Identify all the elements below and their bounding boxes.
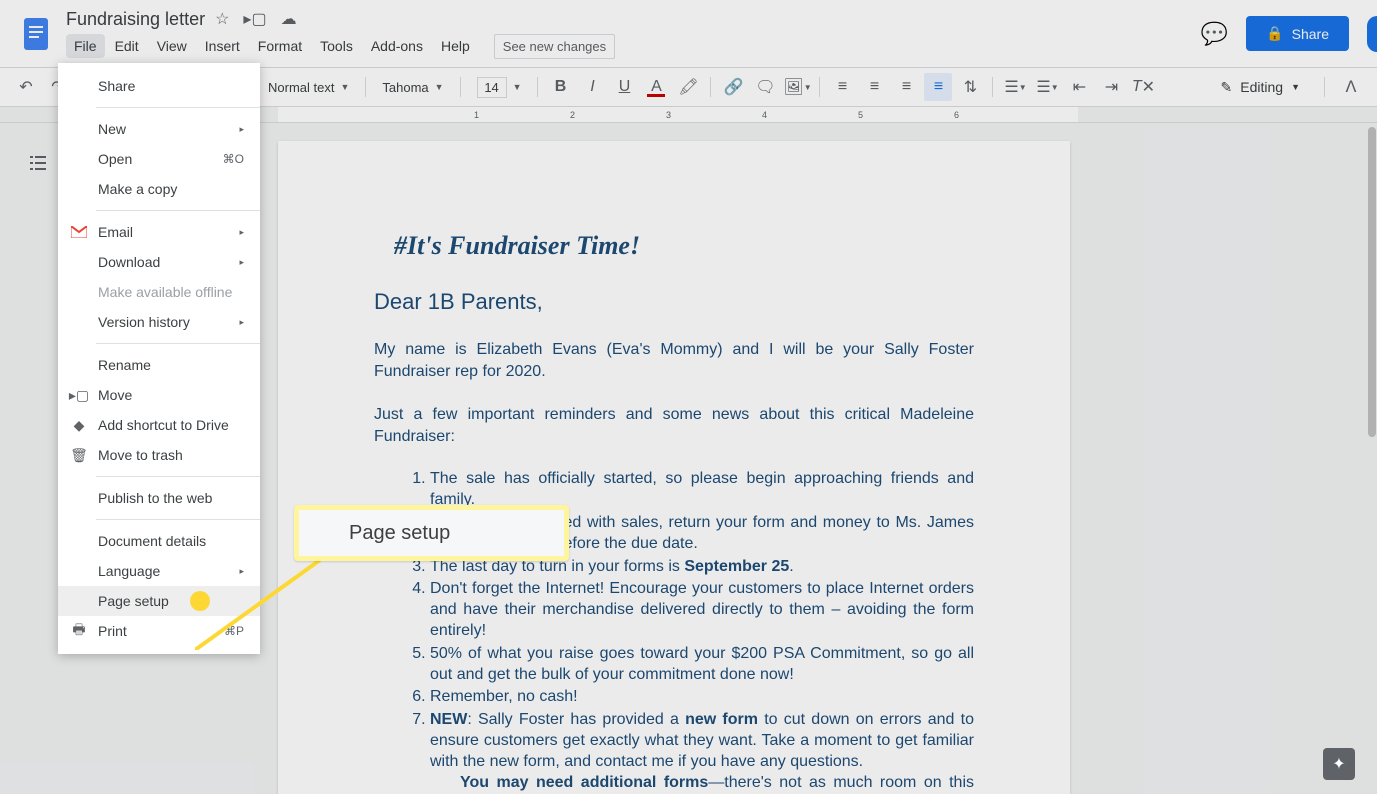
font-size-value: 14 (477, 77, 507, 98)
bulleted-list-button[interactable]: ☰▼ (1033, 73, 1061, 101)
line-spacing-button[interactable]: ⇅ (956, 73, 984, 101)
menu-format[interactable]: Format (250, 34, 310, 58)
editing-label: Editing (1240, 79, 1283, 95)
style-label: Normal text (268, 80, 334, 95)
menu-email[interactable]: Email▸ (58, 217, 260, 247)
style-select[interactable]: Normal text▼ (260, 80, 357, 95)
explore-button[interactable]: ✦ (1323, 748, 1355, 780)
menu-share[interactable]: Share (58, 71, 260, 101)
gmail-icon (70, 223, 88, 241)
menu-trash[interactable]: 🗑Move to trash (58, 440, 260, 470)
menu-file[interactable]: File (66, 34, 105, 58)
ruler-tick: 4 (762, 110, 767, 120)
pencil-icon: ✎ (1221, 79, 1233, 96)
text-color-button[interactable]: A (642, 73, 670, 101)
share-button[interactable]: 🔒 Share (1246, 16, 1349, 51)
highlight-button[interactable]: 🖍 (674, 73, 702, 101)
comments-icon[interactable]: 💬 (1201, 21, 1228, 47)
menu-new[interactable]: New▸ (58, 114, 260, 144)
undo-button[interactable]: ↶ (12, 73, 40, 101)
menu-version-history[interactable]: Version history▸ (58, 307, 260, 337)
list-item: Remember, no cash! (430, 687, 974, 708)
docs-logo-icon[interactable] (16, 14, 56, 54)
ruler-tick: 6 (954, 110, 959, 120)
italic-button[interactable]: I (578, 73, 606, 101)
drive-icon: ◆ (70, 416, 88, 434)
menu-insert[interactable]: Insert (197, 34, 248, 58)
image-button[interactable]: 🖼▼ (783, 73, 811, 101)
doc-paragraph: Just a few important reminders and some … (374, 404, 974, 447)
callout-box: Page setup (294, 505, 569, 561)
scroll-thumb[interactable] (1368, 127, 1376, 437)
menu-rename[interactable]: Rename (58, 350, 260, 380)
increase-indent-button[interactable]: ⇥ (1097, 73, 1125, 101)
comment-button[interactable]: 🗨 (751, 73, 779, 101)
numbered-list-button[interactable]: ☰▼ (1001, 73, 1029, 101)
align-justify-button[interactable]: ≡ (924, 73, 952, 101)
scrollbar[interactable] (1367, 123, 1377, 794)
list-item: Don't forget the Internet! Encourage you… (430, 579, 974, 641)
page[interactable]: #It's Fundraiser Time! Dear 1B Parents, … (278, 141, 1070, 794)
menu-page-setup[interactable]: Page setup (58, 586, 260, 616)
doc-greeting: Dear 1B Parents, (374, 289, 974, 315)
menu-document-details[interactable]: Document details (58, 526, 260, 556)
font-select[interactable]: Tahoma▼ (374, 80, 451, 95)
list-item: 50% of what you raise goes toward your $… (430, 644, 974, 686)
cloud-icon[interactable]: ☁ (281, 9, 297, 29)
align-center-button[interactable]: ≡ (860, 73, 888, 101)
bold-button[interactable]: B (546, 73, 574, 101)
font-label: Tahoma (382, 80, 428, 95)
menu-make-copy[interactable]: Make a copy (58, 174, 260, 204)
menu-open[interactable]: Open⌘O (58, 144, 260, 174)
share-label: Share (1292, 26, 1329, 42)
menu-view[interactable]: View (149, 34, 195, 58)
file-menu-dropdown: Share New▸ Open⌘O Make a copy Email▸ Dow… (58, 63, 260, 654)
clear-formatting-button[interactable]: T✕ (1129, 73, 1157, 101)
avatar[interactable] (1367, 16, 1377, 52)
menu-print[interactable]: 🖶Print⌘P (58, 616, 260, 646)
menu-offline[interactable]: Make available offline (58, 277, 260, 307)
menu-publish[interactable]: Publish to the web (58, 483, 260, 513)
link-button[interactable]: 🔗 (719, 73, 747, 101)
star-icon[interactable]: ☆ (215, 9, 229, 29)
move-icon[interactable]: ▸▢ (243, 9, 266, 29)
ruler-tick: 3 (666, 110, 671, 120)
doc-heading: #It's Fundraiser Time! (374, 231, 974, 261)
menu-add-shortcut[interactable]: ◆Add shortcut to Drive (58, 410, 260, 440)
font-size-select[interactable]: 14▼ (469, 77, 530, 98)
callout-label: Page setup (349, 522, 450, 545)
menu-addons[interactable]: Add-ons (363, 34, 431, 58)
folder-icon: ▸▢ (70, 386, 88, 404)
print-icon: 🖶 (70, 622, 88, 640)
align-left-button[interactable]: ≡ (828, 73, 856, 101)
decrease-indent-button[interactable]: ⇤ (1065, 73, 1093, 101)
see-new-changes-button[interactable]: See new changes (494, 34, 615, 59)
collapse-toolbar-button[interactable]: ᐱ (1337, 73, 1365, 101)
outline-icon[interactable] (28, 153, 48, 178)
ruler-tick: 2 (570, 110, 575, 120)
menubar: File Edit View Insert Format Tools Add-o… (66, 34, 1201, 59)
menu-move[interactable]: ▸▢Move (58, 380, 260, 410)
trash-icon: 🗑 (70, 446, 88, 464)
menu-help[interactable]: Help (433, 34, 478, 58)
document-title[interactable]: Fundraising letter (66, 9, 205, 30)
menu-tools[interactable]: Tools (312, 34, 361, 58)
ruler-tick: 5 (858, 110, 863, 120)
menu-edit[interactable]: Edit (107, 34, 147, 58)
editing-mode-button[interactable]: ✎ Editing ▼ (1209, 75, 1312, 100)
align-right-button[interactable]: ≡ (892, 73, 920, 101)
list-item: NEW: Sally Foster has provided a new for… (430, 710, 974, 794)
menu-download[interactable]: Download▸ (58, 247, 260, 277)
doc-paragraph: My name is Elizabeth Evans (Eva's Mommy)… (374, 339, 974, 382)
lock-icon: 🔒 (1266, 25, 1283, 42)
menu-language[interactable]: Language▸ (58, 556, 260, 586)
highlight-dot (190, 591, 210, 611)
ruler-tick: 1 (474, 110, 479, 120)
underline-button[interactable]: U (610, 73, 638, 101)
